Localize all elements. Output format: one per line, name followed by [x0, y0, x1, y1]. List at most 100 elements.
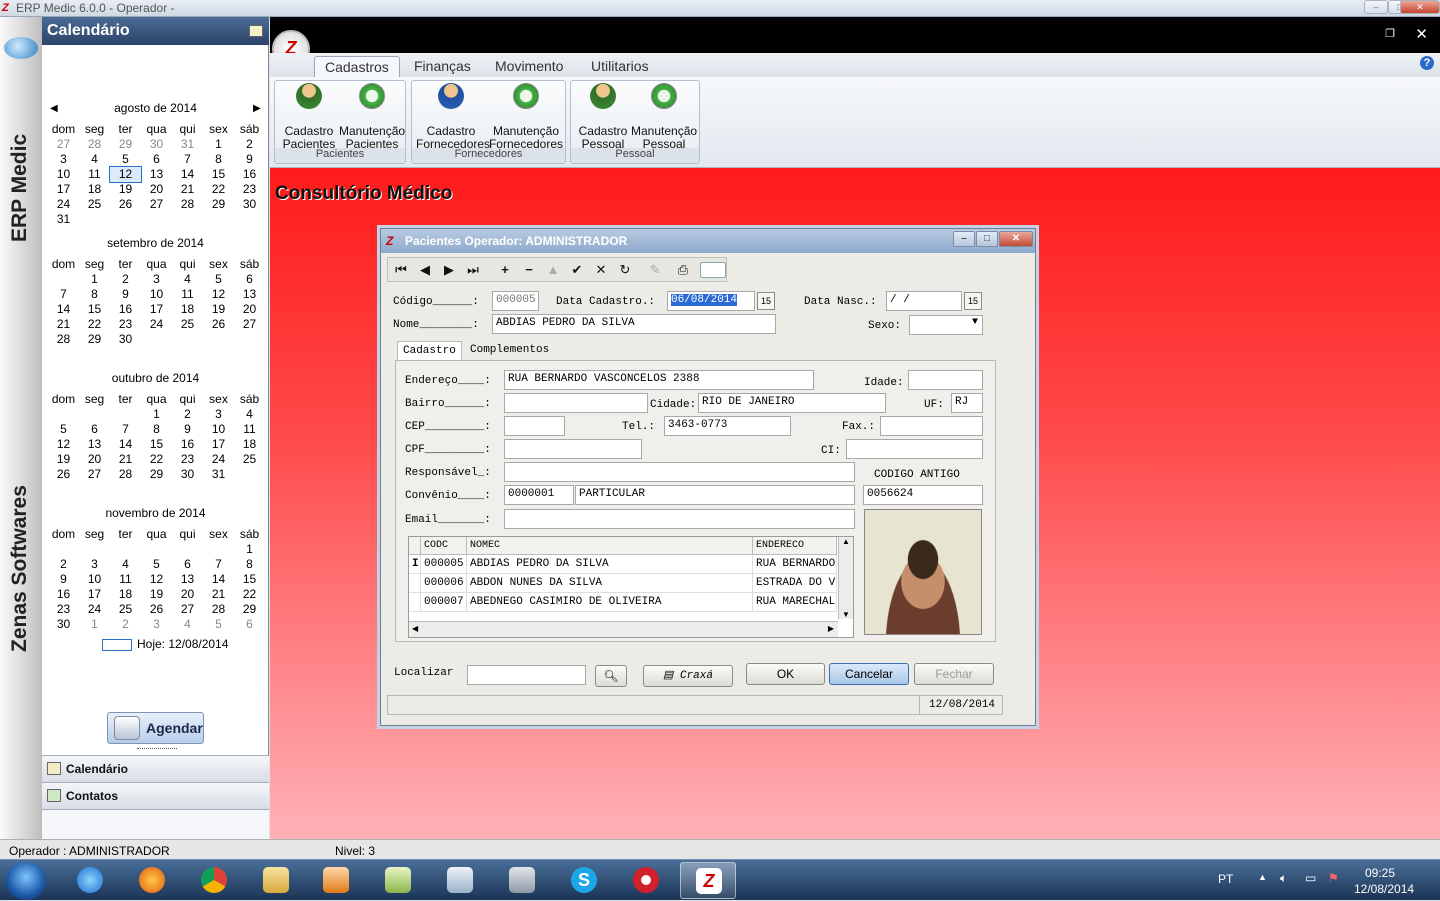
- calendar-day[interactable]: 24: [79, 602, 110, 617]
- calendar-day[interactable]: 4: [110, 557, 141, 572]
- nav-calendar[interactable]: Calendário: [42, 755, 269, 782]
- fax-field[interactable]: [880, 416, 983, 436]
- calendar-day[interactable]: 4: [172, 272, 203, 287]
- calendar-day[interactable]: 10: [203, 422, 234, 437]
- localizar-input[interactable]: [467, 665, 586, 685]
- calendar-day[interactable]: 19: [203, 302, 234, 317]
- calendar-day[interactable]: 6: [234, 617, 265, 632]
- close-button[interactable]: ✕: [1400, 0, 1440, 14]
- explorer-taskbar-button[interactable]: [248, 862, 304, 899]
- tab-movimento[interactable]: Movimento: [485, 56, 573, 78]
- calendar-day[interactable]: 31: [172, 137, 203, 152]
- calendar-day[interactable]: 21: [203, 587, 234, 602]
- calendar-day[interactable]: 5: [141, 557, 172, 572]
- calendar-day[interactable]: 8: [203, 152, 234, 167]
- calendar-day[interactable]: 8: [234, 557, 265, 572]
- calendar-day[interactable]: 12: [203, 287, 234, 302]
- calendar-day[interactable]: 17: [79, 587, 110, 602]
- calendar-day[interactable]: 16: [234, 167, 265, 182]
- calendar-day[interactable]: 22: [234, 587, 265, 602]
- minimize-button[interactable]: –: [1364, 0, 1388, 14]
- table-cell[interactable]: ABDON NUNES DA SILVA: [467, 574, 753, 593]
- calendar-day[interactable]: 18: [172, 302, 203, 317]
- calendar-day[interactable]: 2: [110, 617, 141, 632]
- col-codc-header[interactable]: CODC: [421, 537, 467, 555]
- nav-contacts[interactable]: Contatos: [42, 782, 269, 809]
- calendar-day[interactable]: 23: [234, 182, 265, 197]
- calendar-day[interactable]: 26: [203, 317, 234, 332]
- calendar-day[interactable]: 28: [203, 602, 234, 617]
- calendar-day[interactable]: 12: [48, 437, 79, 452]
- calendar-day[interactable]: 16: [110, 302, 141, 317]
- cpf-field[interactable]: [504, 439, 642, 459]
- calendar-day[interactable]: 29: [79, 332, 110, 347]
- table-cell[interactable]: RUA BERNARDO: [753, 555, 837, 574]
- calendar-day[interactable]: 25: [79, 197, 110, 212]
- calendar-day[interactable]: 6: [79, 422, 110, 437]
- calendar-day[interactable]: 10: [79, 572, 110, 587]
- calendar-day[interactable]: 11: [172, 287, 203, 302]
- table-cell[interactable]: ABEDNEGO CASIMIRO DE OLIVEIRA: [467, 593, 753, 612]
- calendar-day[interactable]: 26: [48, 467, 79, 482]
- calendar-day[interactable]: 1: [203, 137, 234, 152]
- calendar-day[interactable]: 30: [172, 467, 203, 482]
- col-nomec-header[interactable]: NOMEC: [467, 537, 753, 555]
- chrome-taskbar-button[interactable]: [186, 862, 242, 899]
- skype-taskbar-button[interactable]: S: [556, 862, 612, 899]
- splitter-handle[interactable]: [137, 748, 177, 751]
- bank-taskbar-button[interactable]: [618, 862, 674, 899]
- calendar-day[interactable]: 13: [172, 572, 203, 587]
- calendar-day[interactable]: 31: [48, 212, 79, 227]
- calendar-day[interactable]: 30: [110, 332, 141, 347]
- calendar-day[interactable]: 22: [141, 452, 172, 467]
- responsavel-field[interactable]: [504, 462, 855, 482]
- table-cell[interactable]: 000006: [421, 574, 467, 593]
- calculator-taskbar-button[interactable]: [432, 862, 488, 899]
- idade-field[interactable]: [908, 370, 983, 390]
- calendar-day[interactable]: 14: [48, 302, 79, 317]
- calendar-day[interactable]: 12: [109, 166, 142, 183]
- calendar-day[interactable]: 18: [234, 437, 265, 452]
- schedule-button[interactable]: Agendar: [107, 712, 204, 744]
- ie-taskbar-button[interactable]: [62, 862, 118, 899]
- ok-button[interactable]: OK: [746, 663, 825, 685]
- calendar-day[interactable]: 1: [79, 272, 110, 287]
- table-cell[interactable]: RUA MARECHAL: [753, 593, 837, 612]
- calendar-day[interactable]: 13: [234, 287, 265, 302]
- table-cell[interactable]: ESTRADA DO V: [753, 574, 837, 593]
- start-button[interactable]: [6, 862, 46, 900]
- sexo-select[interactable]: ▼: [909, 315, 983, 335]
- table-cell[interactable]: 000005: [421, 555, 467, 574]
- cadastro-pacientes-button[interactable]: Cadastro Pacientes: [279, 83, 339, 151]
- calendar-day[interactable]: 15: [234, 572, 265, 587]
- calendar-day[interactable]: 15: [79, 302, 110, 317]
- date-picker-icon[interactable]: 15: [757, 292, 775, 310]
- calendar-day[interactable]: 7: [203, 557, 234, 572]
- dialog-close-button[interactable]: ✕: [999, 231, 1033, 247]
- cancel-icon[interactable]: ✕: [592, 262, 610, 278]
- tab-utilitarios[interactable]: Utilitarios: [581, 56, 659, 78]
- convenio-code-field[interactable]: 0000001: [504, 485, 574, 505]
- calendar-day[interactable]: 6: [141, 152, 172, 167]
- calendar-day[interactable]: 21: [110, 452, 141, 467]
- calendar-day[interactable]: 25: [234, 452, 265, 467]
- calendar-day[interactable]: 7: [48, 287, 79, 302]
- calendar-day[interactable]: 23: [110, 317, 141, 332]
- calendar-day[interactable]: 1: [234, 542, 265, 557]
- help-icon[interactable]: ?: [1420, 56, 1434, 70]
- calendar-day[interactable]: 9: [172, 422, 203, 437]
- clock-time[interactable]: 09:25: [1365, 866, 1395, 880]
- calendar-day[interactable]: 30: [141, 137, 172, 152]
- calendar-day[interactable]: 16: [48, 587, 79, 602]
- calendar-day[interactable]: 26: [110, 197, 141, 212]
- calendar-day[interactable]: 17: [141, 302, 172, 317]
- calendar-day[interactable]: 27: [172, 602, 203, 617]
- calendar-day[interactable]: 8: [141, 422, 172, 437]
- calendar-day[interactable]: 2: [234, 137, 265, 152]
- calendar-day[interactable]: 20: [172, 587, 203, 602]
- calendar-day[interactable]: 24: [203, 452, 234, 467]
- search-button[interactable]: 🔍︎: [595, 665, 627, 687]
- convenio-name-field[interactable]: PARTICULAR: [575, 485, 855, 505]
- calendar-day[interactable]: 3: [141, 617, 172, 632]
- cadastro-pessoal-button[interactable]: Cadastro Pessoal: [575, 83, 631, 151]
